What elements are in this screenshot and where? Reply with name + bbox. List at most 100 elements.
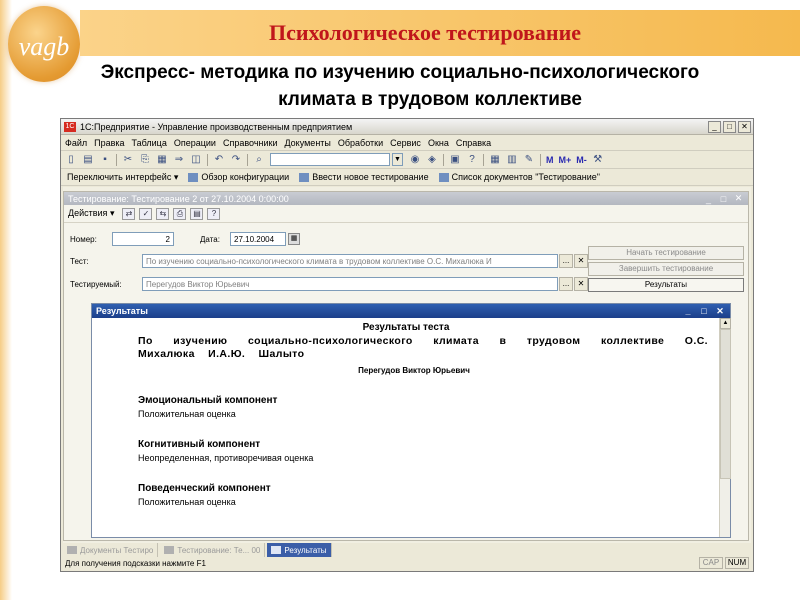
component-name: Эмоциональный компонент (138, 395, 278, 406)
slide-left-gradient (0, 0, 12, 600)
tab-documents-label: Документы Тестиро (80, 545, 154, 555)
app-titlebar: 1С 1С:Предприятие - Управление производс… (61, 119, 753, 135)
mdi-area: Тестирование: Тестирование 2 от 27.10.20… (63, 187, 751, 543)
search-combo[interactable] (270, 153, 390, 166)
tools-icon[interactable]: ⚒ (592, 154, 604, 166)
help-icon[interactable]: ? (466, 154, 478, 166)
memory-minus-icon[interactable]: M- (576, 155, 587, 165)
check-icon[interactable]: ✓ (139, 207, 153, 220)
config-overview-label: Обзор конфигурации (201, 172, 290, 182)
minimize-icon[interactable]: _ (703, 194, 714, 204)
app-title: 1С:Предприятие - Управление производстве… (80, 121, 353, 132)
menu-processing[interactable]: Обработки (338, 138, 383, 148)
menu-edit[interactable]: Правка (94, 138, 124, 148)
results-button[interactable]: Результаты (588, 278, 744, 292)
find-next-icon[interactable]: ◉ (409, 154, 421, 166)
config-overview-button[interactable]: Обзор конфигурации (188, 172, 289, 182)
test-field[interactable]: По изучению социально-психологического к… (142, 254, 558, 268)
tab-testing[interactable]: Тестирование: Те... 00 (160, 543, 266, 557)
window-tabs: Документы Тестиро Тестирование: Те... 00… (63, 543, 751, 557)
post-icon[interactable]: ⇄ (122, 207, 136, 220)
edit-icon[interactable]: ✎ (523, 154, 535, 166)
clear-testee-icon[interactable]: ✕ (574, 277, 588, 291)
report-icon[interactable]: ▤ (190, 207, 204, 220)
calculator-icon[interactable]: ▦ (489, 154, 501, 166)
help-icon[interactable]: ? (207, 207, 221, 220)
finish-test-button[interactable]: Завершить тестирование (588, 262, 744, 276)
results-window: Результаты _ □ ✕ Результаты теста По изу… (91, 303, 731, 538)
toolbar-separator (443, 153, 444, 166)
close-icon[interactable]: ✕ (733, 193, 744, 204)
toolbar-separator (247, 153, 248, 166)
close-icon[interactable]: ✕ (714, 306, 726, 317)
tab-results[interactable]: Результаты (267, 543, 332, 557)
menu-help[interactable]: Справка (456, 138, 491, 148)
minimize-icon[interactable]: _ (682, 306, 694, 316)
select-test-button[interactable]: ... (559, 254, 573, 268)
new-test-button[interactable]: Ввести новое тестирование (299, 172, 429, 182)
undo-icon[interactable]: ↶ (213, 154, 225, 166)
document-titlebar: Тестирование: Тестирование 2 от 27.10.20… (64, 192, 748, 205)
menu-windows[interactable]: Окна (428, 138, 449, 148)
results-window-title: Результаты (96, 306, 148, 316)
results-heading: Результаты теста (362, 322, 450, 333)
toolbar-separator (207, 153, 208, 166)
main-toolbar: ▯ ▤ ▪ ✂ ⎘ ▦ ⇒ ◫ ↶ ↷ ⌕ ▼ ◉ ◈ ▣ ? ▦ ▥ ✎ M … (61, 151, 753, 169)
toolbar-separator (483, 153, 484, 166)
doc-list-button[interactable]: Список документов "Тестирование" (438, 172, 600, 182)
component-value: Положительная оценка (138, 409, 236, 419)
new-document-icon[interactable]: ▯ (65, 154, 77, 166)
paste-icon[interactable]: ▦ (156, 154, 168, 166)
chevron-down-icon[interactable]: ▼ (392, 153, 403, 166)
menu-operations[interactable]: Операции (174, 138, 216, 148)
calendar-icon[interactable]: ▦ (288, 233, 300, 245)
testee-field[interactable]: Перегудов Виктор Юрьевич (142, 277, 558, 291)
menu-service[interactable]: Сервис (390, 138, 421, 148)
menu-table[interactable]: Таблица (132, 138, 167, 148)
memory-icon[interactable]: M (546, 155, 554, 165)
close-icon[interactable]: ✕ (738, 120, 751, 133)
preview-icon[interactable]: ◫ (190, 154, 202, 166)
maximize-icon[interactable]: □ (698, 306, 710, 316)
save-icon[interactable]: ▪ (99, 154, 111, 166)
window-icon[interactable]: ▣ (449, 154, 461, 166)
print-icon[interactable]: ⎙ (173, 207, 187, 220)
start-test-button[interactable]: Начать тестирование (588, 246, 744, 260)
copy-icon[interactable]: ⎘ (139, 154, 151, 166)
actions-menu[interactable]: Действия ▾ (68, 208, 114, 219)
open-icon[interactable]: ▤ (82, 154, 94, 166)
maximize-icon[interactable]: □ (718, 194, 729, 204)
number-label: Номер: (70, 234, 97, 244)
tab-documents[interactable]: Документы Тестиро (63, 543, 159, 557)
report-icon (271, 546, 282, 554)
menu-documents[interactable]: Документы (284, 138, 330, 148)
find-icon[interactable]: ⌕ (253, 154, 265, 166)
maximize-icon[interactable]: □ (723, 120, 736, 133)
minimize-icon[interactable]: _ (708, 120, 721, 133)
component-value: Неопределенная, противоречивая оценка (138, 453, 314, 463)
menubar: Файл Правка Таблица Операции Справочники… (61, 135, 753, 151)
menu-file[interactable]: Файл (65, 138, 87, 148)
document-icon (67, 546, 77, 554)
document-toolbar: Действия ▾ ⇄ ✓ ⇆ ⎙ ▤ ? (64, 205, 748, 223)
clear-test-icon[interactable]: ✕ (574, 254, 588, 268)
results-scrollbar[interactable]: ▲ (719, 318, 731, 537)
memory-plus-icon[interactable]: M+ (559, 155, 572, 165)
transfer-icon[interactable]: ⇆ (156, 207, 170, 220)
scroll-thumb[interactable] (720, 329, 731, 479)
tab-testing-label: Тестирование: Те... 00 (177, 545, 261, 555)
logo-text: vagb (18, 32, 70, 61)
switch-interface-button[interactable]: Переключить интерфейс ▾ (67, 172, 178, 183)
move-icon[interactable]: ⇒ (173, 154, 185, 166)
menu-catalogs[interactable]: Справочники (223, 138, 278, 148)
redo-icon[interactable]: ↷ (230, 154, 242, 166)
number-field[interactable]: 2 (112, 232, 174, 246)
results-test-name: По изучению социально-психологического к… (138, 335, 708, 360)
select-testee-button[interactable]: ... (559, 277, 573, 291)
date-field[interactable]: 27.10.2004 (230, 232, 286, 246)
scroll-up-icon[interactable]: ▲ (720, 318, 731, 329)
test-label: Тест: (70, 256, 89, 266)
calendar-icon[interactable]: ▥ (506, 154, 518, 166)
cut-icon[interactable]: ✂ (122, 154, 134, 166)
find-prev-icon[interactable]: ◈ (426, 154, 438, 166)
